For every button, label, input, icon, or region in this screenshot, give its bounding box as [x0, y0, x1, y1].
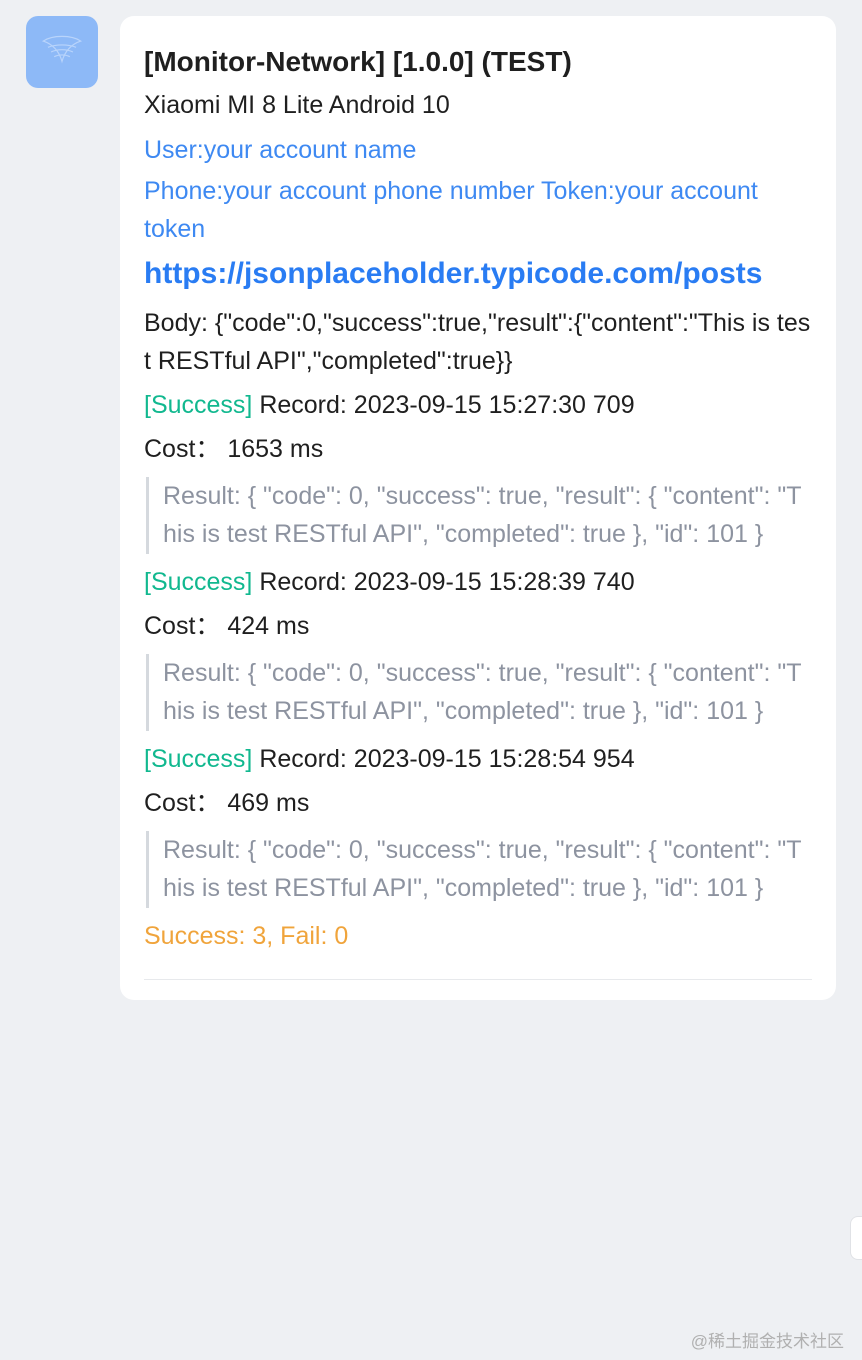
result-block: Result: { "code": 0, "success": true, "r… [146, 831, 812, 909]
status-badge: [Success] [144, 745, 252, 773]
user-link[interactable]: User:your account name [144, 131, 812, 170]
record-entry: [Success] Record: 2023-09-15 15:28:39 74… [144, 560, 812, 731]
message-card: [Monitor-Network] [1.0.0] (TEST) Xiaomi … [120, 16, 836, 1000]
message-container: [Monitor-Network] [1.0.0] (TEST) Xiaomi … [0, 0, 862, 1000]
record-header: [Success] Record: 2023-09-15 15:28:39 74… [144, 560, 812, 605]
result-block: Result: { "code": 0, "success": true, "r… [146, 477, 812, 555]
record-entry: [Success] Record: 2023-09-15 15:27:30 70… [144, 383, 812, 554]
result-block: Result: { "code": 0, "success": true, "r… [146, 654, 812, 732]
record-timestamp: Record: 2023-09-15 15:27:30 709 [252, 391, 634, 419]
cost-label: Cost： 1653 ms [144, 428, 812, 471]
phone-token-link[interactable]: Phone:your account phone number Token:yo… [144, 172, 812, 250]
request-body: Body: {"code":0,"success":true,"result":… [144, 304, 812, 382]
summary-counts: Success: 3, Fail: 0 [144, 914, 812, 959]
wing-icon [37, 27, 87, 77]
device-info: Xiaomi MI 8 Lite Android 10 [144, 89, 812, 123]
cost-label: Cost： 424 ms [144, 605, 812, 648]
record-header: [Success] Record: 2023-09-15 15:27:30 70… [144, 383, 812, 428]
divider [144, 979, 812, 980]
popup-edge[interactable] [850, 1216, 862, 1260]
record-timestamp: Record: 2023-09-15 15:28:54 954 [252, 745, 634, 773]
watermark-text: @稀土掘金技术社区 [691, 1327, 844, 1352]
status-badge: [Success] [144, 391, 252, 419]
record-timestamp: Record: 2023-09-15 15:28:39 740 [252, 568, 634, 596]
request-url-link[interactable]: https://jsonplaceholder.typicode.com/pos… [144, 251, 812, 298]
status-badge: [Success] [144, 568, 252, 596]
app-avatar [26, 16, 98, 88]
card-title: [Monitor-Network] [1.0.0] (TEST) [144, 44, 812, 79]
record-header: [Success] Record: 2023-09-15 15:28:54 95… [144, 737, 812, 782]
cost-label: Cost： 469 ms [144, 782, 812, 825]
record-entry: [Success] Record: 2023-09-15 15:28:54 95… [144, 737, 812, 908]
